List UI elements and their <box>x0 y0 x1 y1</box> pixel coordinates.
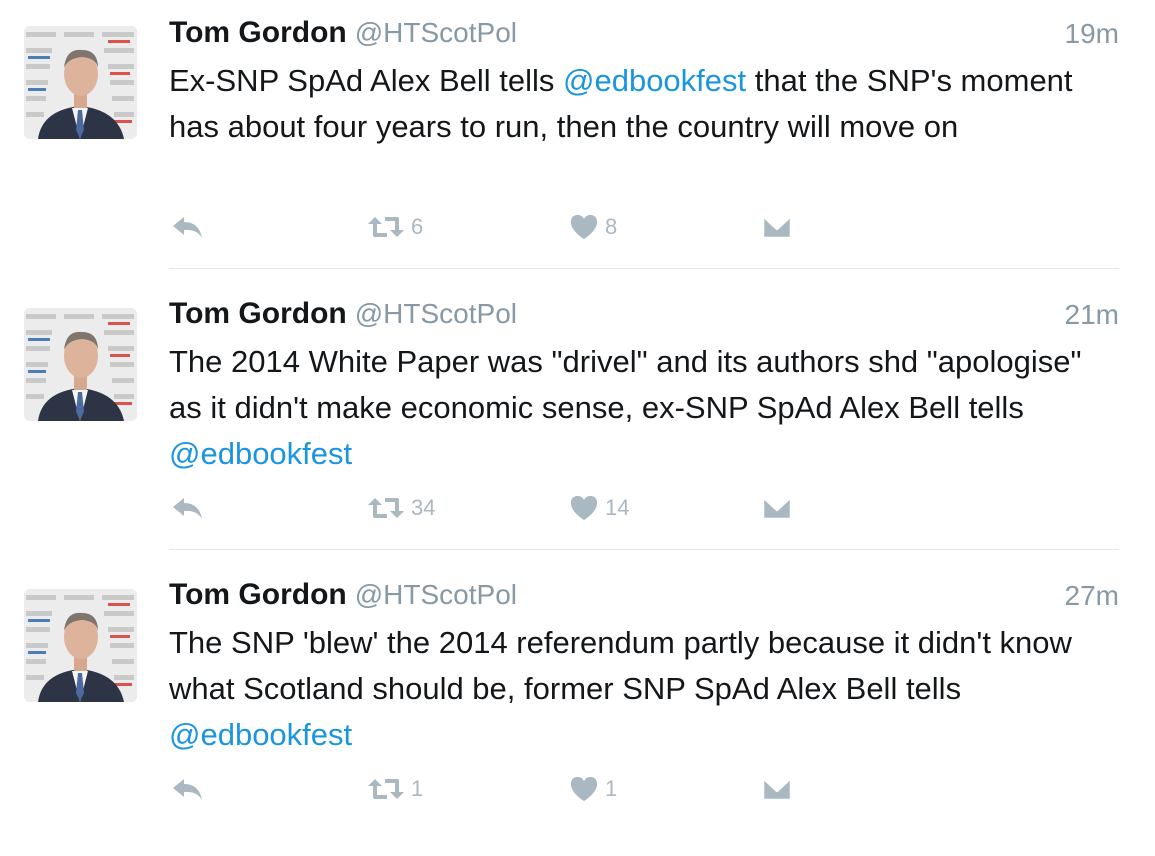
tweet[interactable]: Tom Gordon @HTScotPol 21m The 2014 White … <box>0 295 1155 575</box>
reply-button[interactable] <box>171 769 205 809</box>
timestamp[interactable]: 21m <box>1065 299 1119 331</box>
tweet[interactable]: Tom Gordon @HTScotPol 19m Ex-SNP SpAd Ale… <box>0 14 1155 294</box>
author-name[interactable]: Tom Gordon <box>169 16 347 49</box>
reply-button[interactable] <box>171 207 205 247</box>
tweet-text: The 2014 White Paper was "drivel" and it… <box>169 339 1119 477</box>
mention-link[interactable]: @edbookfest <box>169 717 352 752</box>
reply-icon <box>173 217 202 238</box>
avatar[interactable] <box>24 589 137 702</box>
author-handle[interactable]: @HTScotPol <box>355 17 517 48</box>
author-handle[interactable]: @HTScotPol <box>355 579 517 610</box>
author-handle[interactable]: @HTScotPol <box>355 298 517 329</box>
reply-button[interactable] <box>171 488 205 528</box>
avatar[interactable] <box>24 308 137 421</box>
heart-icon <box>570 495 598 520</box>
reply-icon <box>173 498 202 519</box>
retweet-button[interactable]: 6 <box>367 207 423 247</box>
mention-link[interactable]: @edbookfest <box>563 63 746 98</box>
retweet-count: 34 <box>411 495 436 520</box>
tweet-text: Ex-SNP SpAd Alex Bell tells @edbookfest … <box>169 58 1119 150</box>
tweet-header: Tom Gordon @HTScotPol <box>169 578 517 618</box>
retweet-count: 1 <box>411 776 424 801</box>
direct-message-button[interactable] <box>761 769 793 809</box>
retweet-icon <box>368 779 404 799</box>
direct-message-icon <box>761 776 793 802</box>
direct-message-button[interactable] <box>761 207 793 247</box>
like-count: 14 <box>605 495 630 520</box>
avatar[interactable] <box>24 26 137 139</box>
tweet-text-body: The SNP 'blew' the 2014 referendum partl… <box>169 625 1072 706</box>
author-name[interactable]: Tom Gordon <box>169 297 347 330</box>
tweet-actions: 6 8 <box>169 207 869 247</box>
heart-icon <box>570 776 598 801</box>
timestamp[interactable]: 19m <box>1065 18 1119 50</box>
retweet-button[interactable]: 34 <box>367 488 435 528</box>
tweet[interactable]: Tom Gordon @HTScotPol 27m The SNP 'blew' … <box>0 576 1155 856</box>
tweet-text: The SNP 'blew' the 2014 referendum partl… <box>169 620 1119 758</box>
author-name[interactable]: Tom Gordon <box>169 578 347 611</box>
heart-icon <box>570 214 598 239</box>
direct-message-icon <box>761 495 793 521</box>
like-button[interactable]: 14 <box>569 488 629 528</box>
avatar-photo <box>24 308 137 421</box>
tweet-header: Tom Gordon @HTScotPol <box>169 297 517 337</box>
tweet-divider <box>169 549 1119 550</box>
tweet-actions: 34 14 <box>169 488 869 528</box>
retweet-button[interactable]: 1 <box>367 769 423 809</box>
tweet-divider <box>169 268 1119 269</box>
direct-message-button[interactable] <box>761 488 793 528</box>
avatar-photo <box>24 26 137 139</box>
reply-icon <box>173 779 202 800</box>
retweet-count: 6 <box>411 214 424 239</box>
mention-link[interactable]: @edbookfest <box>169 436 352 471</box>
like-count: 1 <box>605 776 618 801</box>
retweet-icon <box>368 498 404 518</box>
tweet-text-body: Ex-SNP SpAd Alex Bell tells <box>169 63 563 98</box>
like-count: 8 <box>605 214 618 239</box>
tweet-header: Tom Gordon @HTScotPol <box>169 16 517 56</box>
tweet-text-body: The 2014 White Paper was "drivel" and it… <box>169 344 1082 425</box>
direct-message-icon <box>761 214 793 240</box>
like-button[interactable]: 8 <box>569 207 617 247</box>
tweet-actions: 1 1 <box>169 769 869 809</box>
like-button[interactable]: 1 <box>569 769 617 809</box>
avatar-photo <box>24 589 137 702</box>
timestamp[interactable]: 27m <box>1065 580 1119 612</box>
retweet-icon <box>368 217 404 237</box>
